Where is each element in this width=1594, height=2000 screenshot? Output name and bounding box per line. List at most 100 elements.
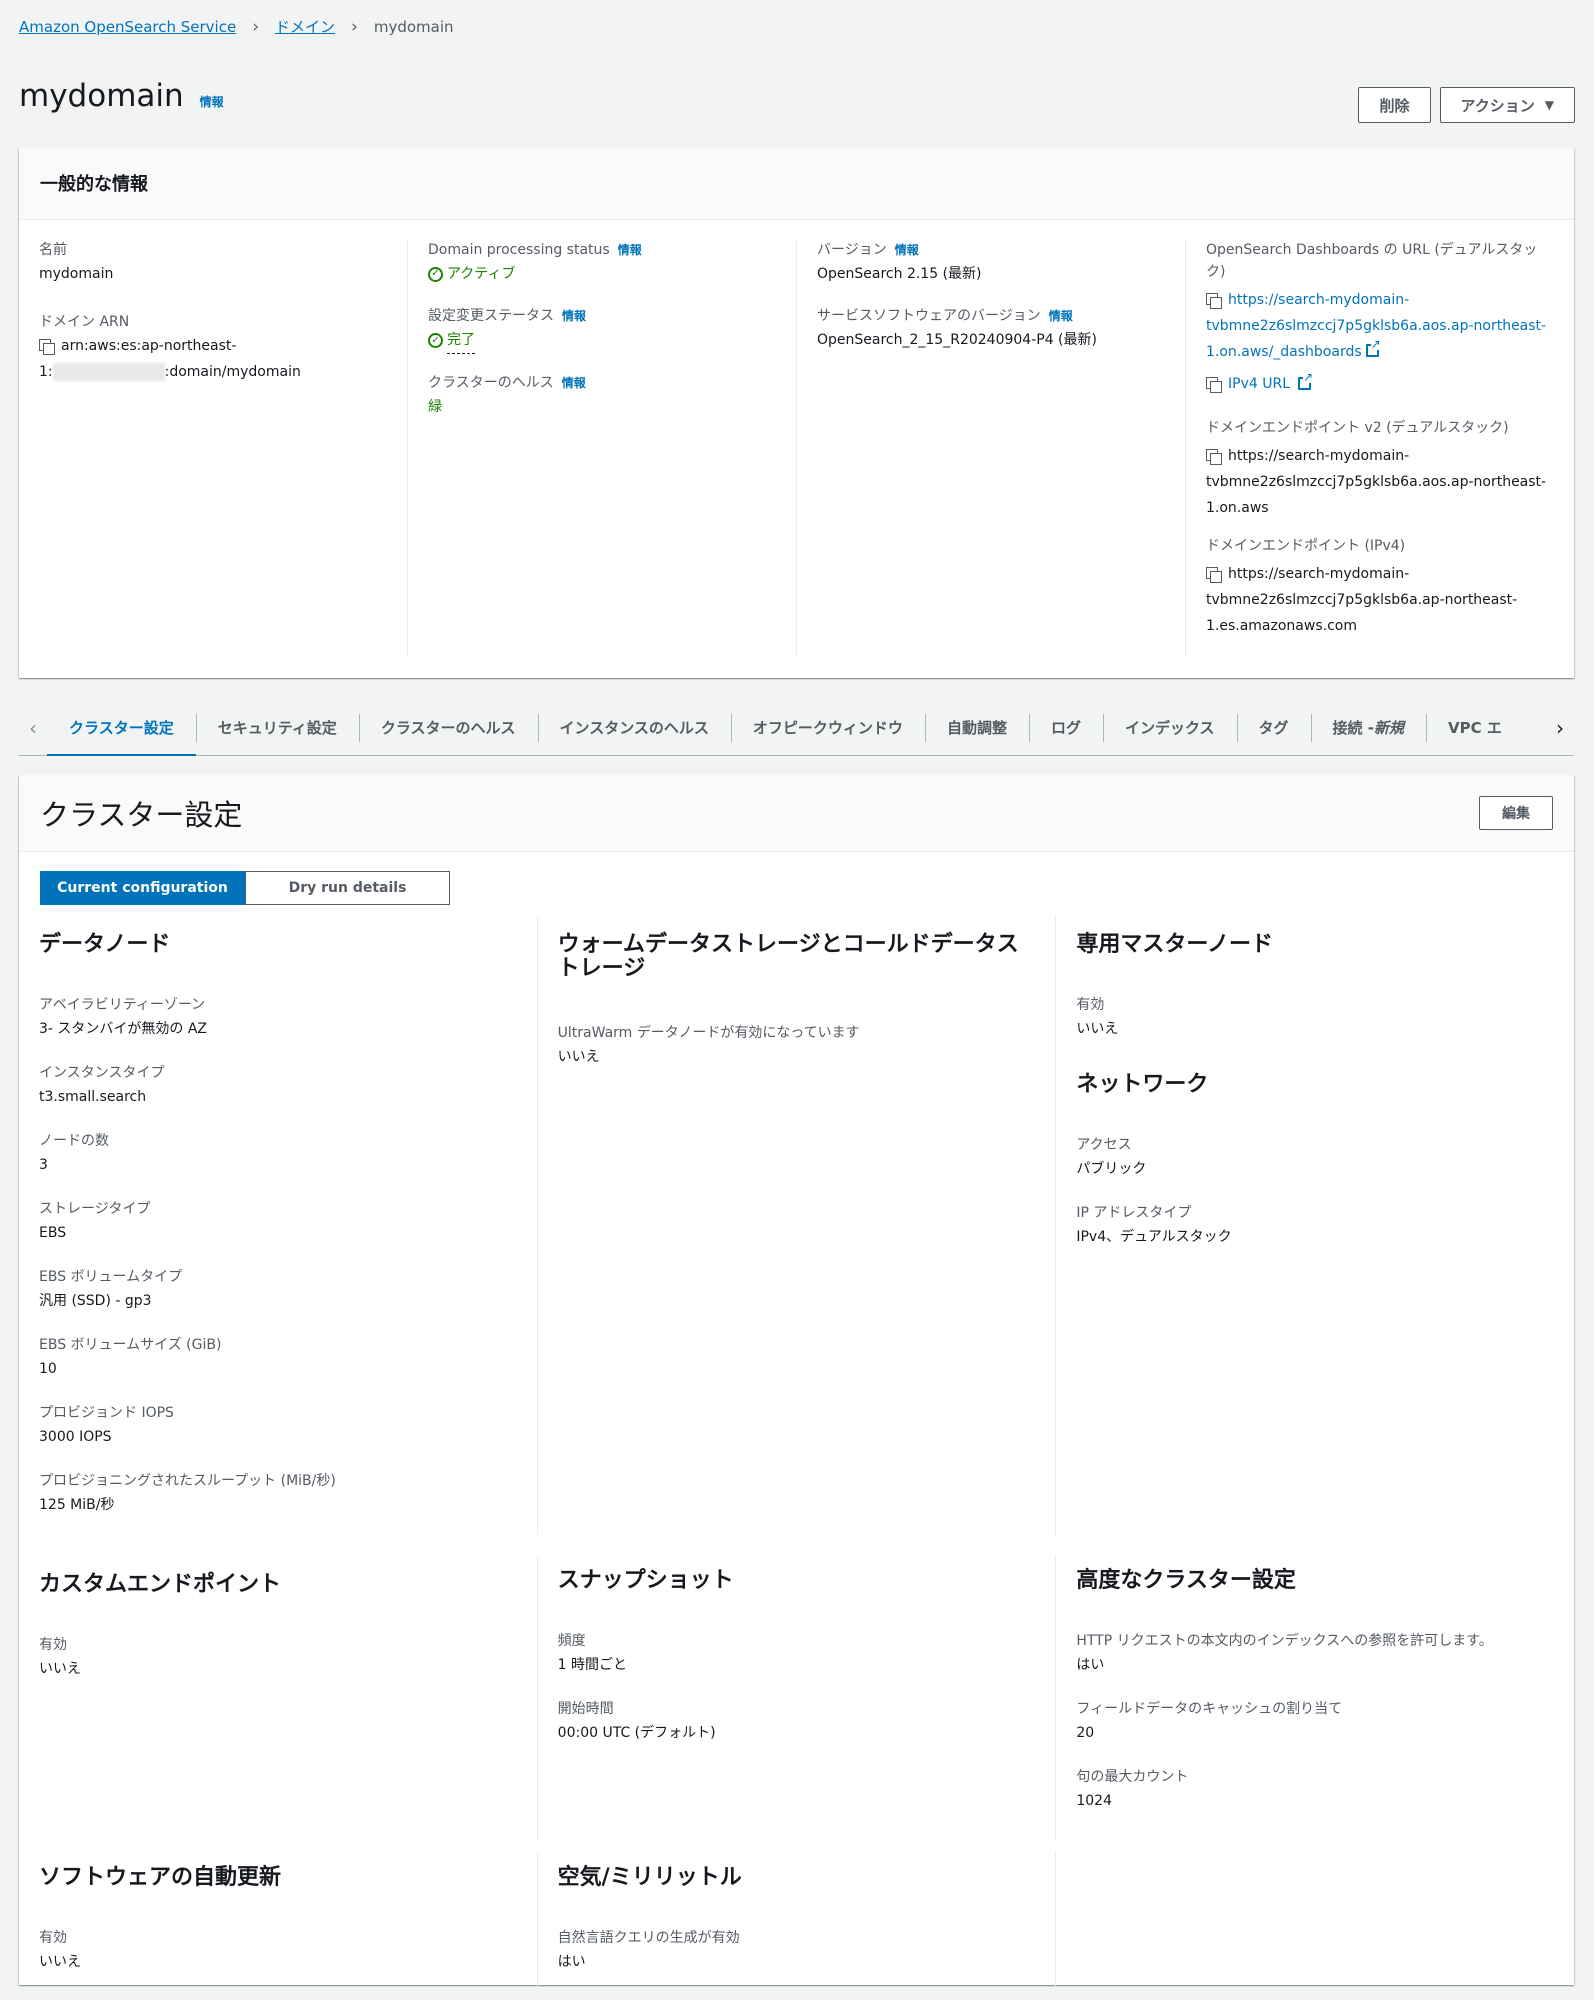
tab-indexes[interactable]: インデックス bbox=[1102, 700, 1237, 756]
processing-info-link[interactable]: 情報 bbox=[618, 243, 642, 257]
iops-value: 3000 IOPS bbox=[39, 1429, 112, 1445]
air-ml-section: 空気/ミリリットル 自然言語クエリの生成が有効 はい bbox=[538, 1852, 1057, 1992]
snapshot-title: スナップショット bbox=[557, 1568, 734, 1593]
breadcrumb: Amazon OpenSearch Service › ドメイン › mydom… bbox=[19, 16, 454, 37]
custom-endpoint-enabled-value: いいえ bbox=[39, 1661, 81, 1677]
edit-button-label: 編集 bbox=[1502, 806, 1530, 822]
access-value: パブリック bbox=[1076, 1161, 1147, 1177]
delete-button-label: 削除 bbox=[1379, 96, 1410, 115]
endpoint-ipv4-value-3: 1.es.amazonaws.com bbox=[1206, 618, 1357, 634]
endpoint-ipv4-value-2: tvbmne2z6slmzccj7p5gklsb6a.ap-northeast- bbox=[1206, 592, 1518, 608]
general-col-2: Domain processing status 情報 ✓ アクティブ 設定変更ステ… bbox=[408, 239, 797, 656]
check-circle-icon: ✓ bbox=[428, 333, 443, 348]
ebs-size-value: 10 bbox=[39, 1361, 57, 1377]
auto-update-enabled-value: いいえ bbox=[39, 1954, 81, 1970]
tab-vpc-endpoints[interactable]: VPC エ bbox=[1426, 700, 1524, 756]
tab-connections[interactable]: 接続 - 新規 bbox=[1310, 700, 1426, 756]
max-clause-label: 句の最大カウント bbox=[1076, 1769, 1189, 1785]
version-info-link[interactable]: 情報 bbox=[895, 243, 919, 257]
software-info-link[interactable]: 情報 bbox=[1049, 309, 1073, 323]
tab-off-peak-window[interactable]: オフピークウィンドウ bbox=[730, 700, 925, 756]
tab-cluster-config[interactable]: クラスター設定 bbox=[47, 700, 196, 756]
snapshot-start-label: 開始時間 bbox=[557, 1701, 614, 1717]
cluster-health-info-link[interactable]: 情報 bbox=[562, 376, 586, 390]
throughput-value: 125 MiB/秒 bbox=[39, 1497, 115, 1513]
dashboards-url-label: OpenSearch Dashboards の URL (デュアルスタック) bbox=[1206, 242, 1538, 280]
copy-icon[interactable] bbox=[1206, 377, 1222, 393]
tab-instance-health[interactable]: インスタンスのヘルス bbox=[537, 700, 731, 756]
dashboards-url-link-1[interactable]: https://search-mydomain- bbox=[1228, 287, 1409, 313]
ipv4-url-link[interactable]: IPv4 URL bbox=[1228, 371, 1290, 397]
actions-dropdown-button[interactable]: アクション ▼ bbox=[1439, 87, 1575, 123]
tab-tags[interactable]: タグ bbox=[1236, 700, 1311, 756]
advanced-settings-title: 高度なクラスター設定 bbox=[1076, 1568, 1296, 1593]
tab-label: クラスターのヘルス bbox=[380, 719, 516, 737]
page-title: mydomain bbox=[19, 78, 184, 114]
master-enabled-value: いいえ bbox=[1076, 1021, 1119, 1037]
general-info-title: 一般的な情報 bbox=[19, 148, 1574, 220]
config-status-info-link[interactable]: 情報 bbox=[562, 309, 586, 323]
ebs-type-label: EBS ボリュームタイプ bbox=[39, 1269, 183, 1285]
dry-run-details-segment[interactable]: Dry run details bbox=[245, 871, 450, 905]
dashboards-url-link-3[interactable]: 1.on.aws/_dashboards bbox=[1206, 344, 1362, 360]
breadcrumb-service-link[interactable]: Amazon OpenSearch Service bbox=[19, 18, 236, 36]
fielddata-value: 20 bbox=[1076, 1725, 1095, 1741]
arn-suffix: :domain/mydomain bbox=[164, 364, 301, 380]
current-configuration-segment[interactable]: Current configuration bbox=[40, 871, 245, 905]
endpoint-ipv4-value-1: https://search-mydomain- bbox=[1228, 566, 1410, 582]
software-version-value: OpenSearch_2_15_R20240904-P4 (最新) bbox=[817, 332, 1097, 348]
processing-status-label: Domain processing status bbox=[428, 242, 610, 258]
storage-type-value: EBS bbox=[39, 1225, 67, 1241]
name-value: mydomain bbox=[39, 266, 114, 282]
delete-button[interactable]: 削除 bbox=[1358, 87, 1431, 123]
config-segmented-control: Current configuration Dry run details bbox=[40, 871, 450, 905]
tab-cluster-health[interactable]: クラスターのヘルス bbox=[358, 700, 538, 756]
general-info-card: 一般的な情報 名前 mydomain ドメイン ARN arn:aws:es:a… bbox=[19, 148, 1574, 678]
ebs-size-label: EBS ボリュームサイズ (GiB) bbox=[39, 1337, 222, 1353]
dashboards-url-link-2[interactable]: tvbmne2z6slmzccj7p5gklsb6a.aos.ap-northe… bbox=[1206, 318, 1546, 334]
page-info-link[interactable]: 情報 bbox=[200, 93, 224, 110]
cluster-health-label: クラスターのヘルス bbox=[428, 375, 554, 391]
snapshot-frequency-label: 頻度 bbox=[557, 1633, 586, 1649]
chevron-right-icon[interactable]: › bbox=[1546, 716, 1574, 740]
caret-down-icon: ▼ bbox=[1544, 98, 1554, 112]
chevron-left-icon[interactable]: ‹ bbox=[19, 716, 47, 740]
external-link-icon bbox=[1365, 338, 1381, 357]
config-status-label: 設定変更ステータス bbox=[428, 308, 554, 324]
copy-icon[interactable] bbox=[39, 339, 55, 355]
endpoint-v2-label: ドメインエンドポイント v2 (デュアルスタック) bbox=[1206, 420, 1509, 436]
copy-icon[interactable] bbox=[1206, 293, 1222, 309]
tab-security-config[interactable]: セキュリティ設定 bbox=[195, 700, 359, 756]
tab-label: インスタンスのヘルス bbox=[559, 719, 709, 737]
tab-logs[interactable]: ログ bbox=[1028, 700, 1103, 756]
general-col-3: バージョン 情報 OpenSearch 2.15 (最新) サービスソフトウェアの… bbox=[797, 239, 1186, 656]
warm-cold-storage-section: ウォームデータストレージとコールドデータストレージ UltraWarm データノ… bbox=[538, 915, 1057, 1535]
custom-endpoint-title: カスタムエンドポイント bbox=[39, 1572, 282, 1597]
redacted-account-id bbox=[52, 363, 165, 381]
data-nodes-section: データノード アベイラビリティーゾーン 3- スタンバイが無効の AZ インスタン… bbox=[19, 915, 538, 1535]
arn-label: ドメイン ARN bbox=[39, 314, 130, 330]
endpoint-v2-value-1: https://search-mydomain- bbox=[1228, 448, 1410, 464]
tab-label: セキュリティ設定 bbox=[217, 719, 337, 737]
config-status-value[interactable]: 完了 bbox=[447, 327, 475, 354]
ebs-type-value: 汎用 (SSD) - gp3 bbox=[39, 1293, 152, 1309]
fielddata-label: フィールドデータのキャッシュの割り当て bbox=[1076, 1701, 1343, 1717]
air-ml-title: 空気/ミリリットル bbox=[557, 1865, 742, 1890]
arn-prefix: 1: bbox=[39, 364, 53, 380]
tab-auto-tune[interactable]: 自動調整 bbox=[924, 700, 1029, 756]
check-circle-icon: ✓ bbox=[428, 266, 443, 282]
tab-label: インデックス bbox=[1124, 719, 1215, 737]
copy-icon[interactable] bbox=[1206, 567, 1222, 583]
auto-update-section: ソフトウェアの自動更新 有効 いいえ bbox=[19, 1852, 538, 1992]
version-value: OpenSearch 2.15 (最新) bbox=[817, 266, 982, 282]
empty-cell bbox=[1056, 1852, 1574, 1992]
tab-label: オフピークウィンドウ bbox=[752, 719, 903, 737]
copy-icon[interactable] bbox=[1206, 449, 1222, 465]
http-body-label: HTTP リクエストの本文内のインデックスへの参照を許可します。 bbox=[1076, 1633, 1493, 1649]
edit-button[interactable]: 編集 bbox=[1479, 796, 1553, 830]
ultrawarm-label: UltraWarm データノードが有効になっています bbox=[557, 1025, 860, 1041]
ultrawarm-value: いいえ bbox=[557, 1049, 600, 1065]
arn-value-line1: arn:aws:es:ap-northeast- bbox=[61, 338, 237, 354]
endpoint-v2-value-2: tvbmne2z6slmzccj7p5gklsb6a.aos.ap-northe… bbox=[1206, 474, 1547, 490]
breadcrumb-domains-link[interactable]: ドメイン bbox=[275, 16, 335, 37]
